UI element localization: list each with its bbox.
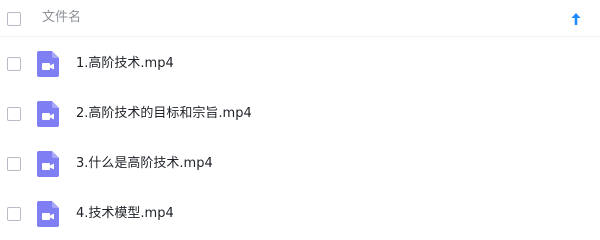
file-name[interactable]: 3.什么是高阶技术.mp4: [76, 154, 213, 174]
file-row[interactable]: 4.技术模型.mp4: [0, 189, 600, 239]
file-checkbox[interactable]: [7, 207, 21, 221]
file-name[interactable]: 1.高阶技术.mp4: [76, 54, 174, 74]
file-name[interactable]: 4.技术模型.mp4: [76, 204, 174, 224]
file-checkbox[interactable]: [7, 107, 21, 121]
video-file-icon: [37, 51, 59, 77]
column-header-filename[interactable]: 文件名: [42, 9, 81, 27]
video-file-icon: [37, 151, 59, 177]
file-name[interactable]: 2.高阶技术的目标和宗旨.mp4: [76, 104, 252, 124]
file-row[interactable]: 1.高阶技术.mp4: [0, 39, 600, 89]
video-file-icon: [37, 201, 59, 227]
file-row[interactable]: 3.什么是高阶技术.mp4: [0, 139, 600, 189]
file-checkbox[interactable]: [7, 57, 21, 71]
file-list: 文件名 1.高阶技术.mp4 2.高阶技术的目标和宗旨.mp4 3.什么是高阶技…: [0, 0, 600, 240]
file-checkbox[interactable]: [7, 157, 21, 171]
sort-ascending-icon[interactable]: [570, 12, 582, 26]
file-list-header: 文件名: [0, 0, 600, 37]
file-row[interactable]: 2.高阶技术的目标和宗旨.mp4: [0, 89, 600, 139]
video-file-icon: [37, 101, 59, 127]
select-all-checkbox[interactable]: [7, 12, 21, 26]
